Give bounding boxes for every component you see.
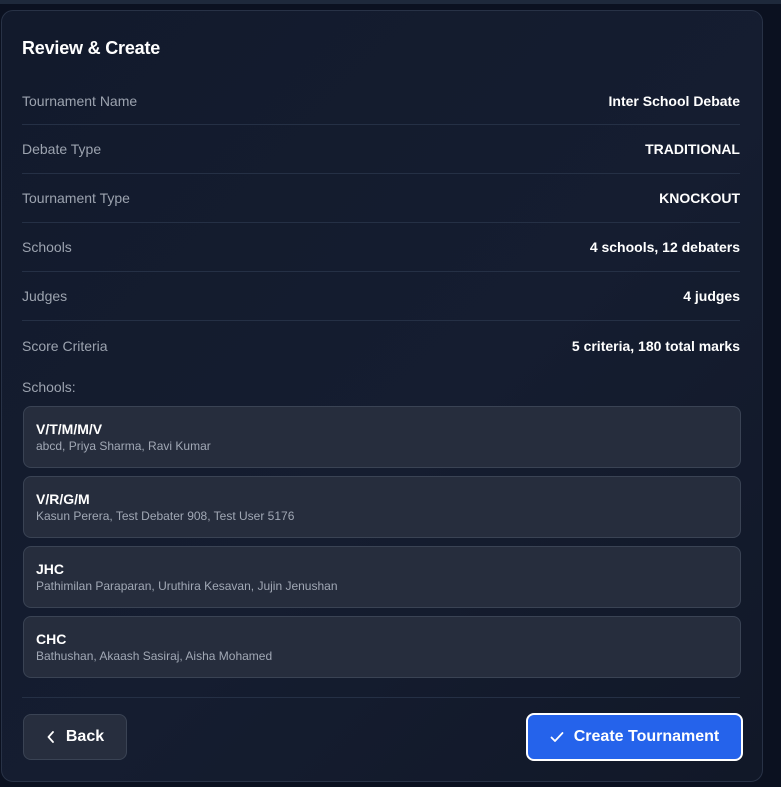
summary-value: 4 schools, 12 debaters — [589, 239, 740, 255]
summary-label: Score Criteria — [22, 337, 108, 354]
school-name: V/R/G/M — [36, 491, 90, 507]
school-name: CHC — [36, 631, 67, 647]
footer-divider — [22, 697, 740, 698]
summary-label: Tournament Type — [22, 190, 130, 206]
school-card: V/T/M/M/V abcd, Priya Sharma, Ravi Kumar — [23, 406, 741, 468]
back-button[interactable]: Back — [23, 714, 127, 760]
summary-label: Judges — [22, 288, 68, 304]
summary-row-score-criteria: Score Criteria 5 criteria, 180 total mar… — [22, 321, 740, 370]
review-create-panel: Review & Create Tournament Name Inter Sc… — [1, 10, 763, 782]
school-card: V/R/G/M Kasun Perera, Test Debater 908, … — [23, 476, 741, 538]
summary-row-tournament-name: Tournament Name Inter School Debate — [22, 77, 740, 125]
summary-value: 5 criteria, 180 total marks — [571, 337, 740, 354]
summary-row-schools: Schools 4 schools, 12 debaters — [22, 223, 740, 272]
back-button-label: Back — [65, 728, 105, 745]
school-members: Pathimilan Paraparan, Uruthira Kesavan, … — [36, 579, 338, 593]
panel-title: Review & Create — [22, 38, 161, 58]
school-card: CHC Bathushan, Akaash Sasiraj, Aisha Moh… — [23, 616, 741, 678]
school-members: Kasun Perera, Test Debater 908, Test Use… — [36, 509, 295, 523]
summary-label: Schools — [22, 239, 72, 255]
summary-value: TRADITIONAL — [645, 141, 740, 157]
create-tournament-button[interactable]: Create Tournament — [526, 713, 743, 761]
summary-row-debate-type: Debate Type TRADITIONAL — [22, 125, 740, 174]
summary-list: Tournament Name Inter School Debate Deba… — [22, 77, 740, 370]
summary-row-judges: Judges 4 judges — [22, 272, 740, 321]
summary-label: Tournament Name — [22, 92, 138, 109]
school-members: abcd, Priya Sharma, Ravi Kumar — [36, 439, 211, 453]
summary-row-tournament-type: Tournament Type KNOCKOUT — [22, 174, 740, 223]
school-members: Bathushan, Akaash Sasiraj, Aisha Mohamed — [36, 649, 273, 663]
summary-value: Inter School Debate — [608, 92, 740, 109]
summary-value: 4 judges — [683, 288, 740, 304]
create-tournament-label: Create Tournament — [573, 728, 720, 745]
check-icon — [550, 731, 564, 743]
summary-label: Debate Type — [22, 141, 102, 157]
school-name: V/T/M/M/V — [36, 421, 103, 437]
schools-heading: Schools: — [22, 379, 76, 395]
chevron-left-icon — [46, 731, 56, 743]
top-strip — [0, 0, 781, 4]
school-list: V/T/M/M/V abcd, Priya Sharma, Ravi Kumar… — [23, 406, 741, 686]
school-name: JHC — [36, 561, 65, 577]
summary-value: KNOCKOUT — [659, 190, 740, 206]
school-card: JHC Pathimilan Paraparan, Uruthira Kesav… — [23, 546, 741, 608]
